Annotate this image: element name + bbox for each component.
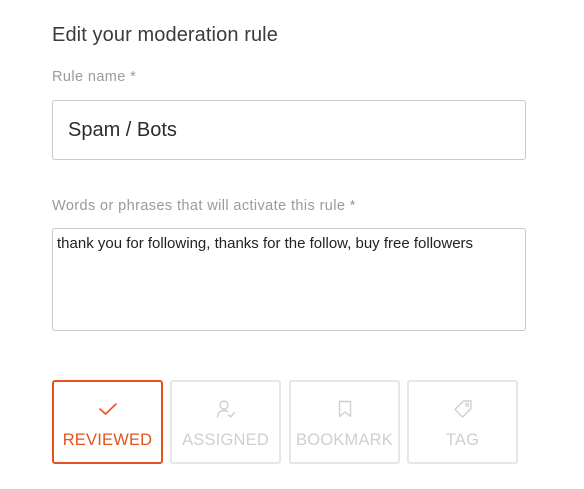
rule-name-input[interactable] [52, 100, 526, 160]
rule-actions: REVIEWED ASSIGNED BOOKMARK TAG [52, 380, 518, 464]
assigned-button[interactable]: ASSIGNED [170, 380, 281, 464]
user-check-icon [172, 399, 279, 419]
tag-icon [409, 399, 516, 419]
bookmark-label: BOOKMARK [296, 431, 393, 449]
trigger-phrases-textarea[interactable]: thank you for following, thanks for the … [52, 228, 526, 331]
trigger-phrases-label: Words or phrases that will activate this… [52, 198, 356, 214]
bookmark-icon [291, 399, 398, 419]
tag-label: TAG [445, 431, 480, 449]
page-title: Edit your moderation rule [52, 24, 278, 46]
tag-button[interactable]: TAG [407, 380, 518, 464]
rule-name-label: Rule name * [52, 69, 137, 85]
bookmark-button[interactable]: BOOKMARK [289, 380, 400, 464]
reviewed-label: REVIEWED [62, 431, 153, 449]
moderation-rule-panel: Edit your moderation rule Rule name * Wo… [0, 0, 584, 489]
reviewed-button[interactable]: REVIEWED [52, 380, 163, 464]
assigned-label: ASSIGNED [182, 431, 269, 449]
check-icon [54, 399, 161, 419]
